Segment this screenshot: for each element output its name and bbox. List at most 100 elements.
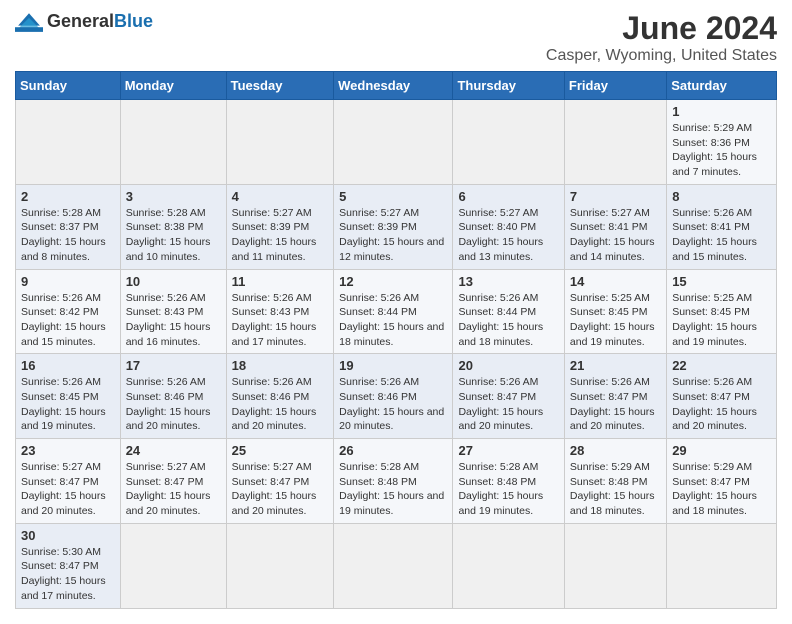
- cell-info: Sunrise: 5:26 AMSunset: 8:47 PMDaylight:…: [458, 375, 558, 434]
- calendar-cell: 18 Sunrise: 5:26 AMSunset: 8:46 PMDayligh…: [226, 354, 334, 439]
- date-number: 29: [672, 443, 771, 458]
- cell-info: Sunrise: 5:26 AMSunset: 8:45 PMDaylight:…: [21, 375, 115, 434]
- cell-info: Sunrise: 5:26 AMSunset: 8:44 PMDaylight:…: [458, 291, 558, 350]
- calendar-cell: 17 Sunrise: 5:26 AMSunset: 8:46 PMDayligh…: [120, 354, 226, 439]
- calendar-cell: [120, 523, 226, 608]
- calendar-cell: 26 Sunrise: 5:28 AMSunset: 8:48 PMDayligh…: [334, 439, 453, 524]
- cell-info: Sunrise: 5:27 AMSunset: 8:39 PMDaylight:…: [232, 206, 329, 265]
- cell-info: Sunrise: 5:26 AMSunset: 8:42 PMDaylight:…: [21, 291, 115, 350]
- calendar-cell: 28Sunrise: 5:29 AMSunset: 8:48 PMDayligh…: [564, 439, 666, 524]
- calendar-cell: [334, 100, 453, 185]
- cell-info: Sunrise: 5:26 AMSunset: 8:47 PMDaylight:…: [672, 375, 771, 434]
- calendar-week-row: 23 Sunrise: 5:27 AMSunset: 8:47 PMDayligh…: [16, 439, 777, 524]
- date-number: 23: [21, 443, 115, 458]
- date-number: 13: [458, 274, 558, 289]
- date-number: 1: [672, 104, 771, 119]
- cell-info: Sunrise: 5:27 AMSunset: 8:47 PMDaylight:…: [126, 460, 221, 519]
- calendar-cell: 24 Sunrise: 5:27 AMSunset: 8:47 PMDayligh…: [120, 439, 226, 524]
- date-number: 22: [672, 358, 771, 373]
- date-number: 17: [126, 358, 221, 373]
- calendar-cell: 2 Sunrise: 5:28 AMSunset: 8:37 PMDaylight…: [16, 184, 121, 269]
- day-header-sunday: Sunday: [16, 72, 121, 100]
- calendar-week-row: 1 Sunrise: 5:29 AMSunset: 8:36 PMDaylight…: [16, 100, 777, 185]
- main-title: June 2024: [546, 10, 777, 47]
- calendar-cell: 5Sunrise: 5:27 AMSunset: 8:39 PMDaylight…: [334, 184, 453, 269]
- cell-info: Sunrise: 5:26 AMSunset: 8:46 PMDaylight:…: [126, 375, 221, 434]
- calendar-cell: 13 Sunrise: 5:26 AMSunset: 8:44 PMDayligh…: [453, 269, 564, 354]
- date-number: 9: [21, 274, 115, 289]
- calendar-table: SundayMondayTuesdayWednesdayThursdayFrid…: [15, 71, 777, 609]
- calendar-cell: 21Sunrise: 5:26 AMSunset: 8:47 PMDayligh…: [564, 354, 666, 439]
- date-number: 19: [339, 358, 447, 373]
- page-header: GeneralBlue June 2024 Casper, Wyoming, U…: [15, 10, 777, 65]
- date-number: 3: [126, 189, 221, 204]
- subtitle: Casper, Wyoming, United States: [546, 47, 777, 65]
- calendar-cell: 7 Sunrise: 5:27 AMSunset: 8:41 PMDaylight…: [564, 184, 666, 269]
- calendar-cell: 8 Sunrise: 5:26 AMSunset: 8:41 PMDaylight…: [667, 184, 777, 269]
- cell-info: Sunrise: 5:29 AMSunset: 8:36 PMDaylight:…: [672, 121, 771, 180]
- date-number: 8: [672, 189, 771, 204]
- logo-text-blue: Blue: [114, 11, 153, 31]
- cell-info: Sunrise: 5:27 AMSunset: 8:47 PMDaylight:…: [232, 460, 329, 519]
- calendar-cell: 14Sunrise: 5:25 AMSunset: 8:45 PMDayligh…: [564, 269, 666, 354]
- date-number: 4: [232, 189, 329, 204]
- cell-info: Sunrise: 5:30 AMSunset: 8:47 PMDaylight:…: [21, 545, 115, 604]
- cell-info: Sunrise: 5:25 AMSunset: 8:45 PMDaylight:…: [672, 291, 771, 350]
- calendar-week-row: 16 Sunrise: 5:26 AMSunset: 8:45 PMDayligh…: [16, 354, 777, 439]
- cell-info: Sunrise: 5:28 AMSunset: 8:48 PMDaylight:…: [339, 460, 447, 519]
- cell-info: Sunrise: 5:25 AMSunset: 8:45 PMDaylight:…: [570, 291, 661, 350]
- date-number: 25: [232, 443, 329, 458]
- calendar-cell: 10Sunrise: 5:26 AMSunset: 8:43 PMDayligh…: [120, 269, 226, 354]
- cell-info: Sunrise: 5:27 AMSunset: 8:47 PMDaylight:…: [21, 460, 115, 519]
- calendar-cell: [226, 100, 334, 185]
- cell-info: Sunrise: 5:26 AMSunset: 8:46 PMDaylight:…: [232, 375, 329, 434]
- date-number: 27: [458, 443, 558, 458]
- calendar-cell: [16, 100, 121, 185]
- date-number: 30: [21, 528, 115, 543]
- calendar-cell: 16 Sunrise: 5:26 AMSunset: 8:45 PMDayligh…: [16, 354, 121, 439]
- date-number: 26: [339, 443, 447, 458]
- title-block: June 2024 Casper, Wyoming, United States: [546, 10, 777, 65]
- calendar-week-row: 30 Sunrise: 5:30 AMSunset: 8:47 PMDayligh…: [16, 523, 777, 608]
- date-number: 28: [570, 443, 661, 458]
- cell-info: Sunrise: 5:27 AMSunset: 8:41 PMDaylight:…: [570, 206, 661, 265]
- cell-info: Sunrise: 5:26 AMSunset: 8:46 PMDaylight:…: [339, 375, 447, 434]
- calendar-cell: [453, 100, 564, 185]
- date-number: 24: [126, 443, 221, 458]
- day-header-wednesday: Wednesday: [334, 72, 453, 100]
- calendar-cell: 1 Sunrise: 5:29 AMSunset: 8:36 PMDaylight…: [667, 100, 777, 185]
- calendar-cell: [334, 523, 453, 608]
- date-number: 15: [672, 274, 771, 289]
- calendar-cell: 23 Sunrise: 5:27 AMSunset: 8:47 PMDayligh…: [16, 439, 121, 524]
- calendar-cell: 30 Sunrise: 5:30 AMSunset: 8:47 PMDayligh…: [16, 523, 121, 608]
- cell-info: Sunrise: 5:26 AMSunset: 8:43 PMDaylight:…: [126, 291, 221, 350]
- date-number: 5: [339, 189, 447, 204]
- date-number: 7: [570, 189, 661, 204]
- calendar-cell: [667, 523, 777, 608]
- date-number: 18: [232, 358, 329, 373]
- date-number: 12: [339, 274, 447, 289]
- calendar-cell: 11Sunrise: 5:26 AMSunset: 8:43 PMDayligh…: [226, 269, 334, 354]
- date-number: 21: [570, 358, 661, 373]
- day-header-thursday: Thursday: [453, 72, 564, 100]
- calendar-cell: 19 Sunrise: 5:26 AMSunset: 8:46 PMDayligh…: [334, 354, 453, 439]
- day-header-friday: Friday: [564, 72, 666, 100]
- date-number: 16: [21, 358, 115, 373]
- cell-info: Sunrise: 5:28 AMSunset: 8:48 PMDaylight:…: [458, 460, 558, 519]
- calendar-cell: 25 Sunrise: 5:27 AMSunset: 8:47 PMDayligh…: [226, 439, 334, 524]
- date-number: 2: [21, 189, 115, 204]
- calendar-cell: 22 Sunrise: 5:26 AMSunset: 8:47 PMDayligh…: [667, 354, 777, 439]
- calendar-cell: [453, 523, 564, 608]
- cell-info: Sunrise: 5:26 AMSunset: 8:44 PMDaylight:…: [339, 291, 447, 350]
- calendar-cell: 3 Sunrise: 5:28 AMSunset: 8:38 PMDaylight…: [120, 184, 226, 269]
- day-header-saturday: Saturday: [667, 72, 777, 100]
- logo-text-general: General: [47, 11, 114, 31]
- date-number: 11: [232, 274, 329, 289]
- date-number: 6: [458, 189, 558, 204]
- cell-info: Sunrise: 5:28 AMSunset: 8:38 PMDaylight:…: [126, 206, 221, 265]
- logo-icon: [15, 10, 43, 32]
- cell-info: Sunrise: 5:26 AMSunset: 8:41 PMDaylight:…: [672, 206, 771, 265]
- calendar-header-row: SundayMondayTuesdayWednesdayThursdayFrid…: [16, 72, 777, 100]
- cell-info: Sunrise: 5:27 AMSunset: 8:40 PMDaylight:…: [458, 206, 558, 265]
- cell-info: Sunrise: 5:28 AMSunset: 8:37 PMDaylight:…: [21, 206, 115, 265]
